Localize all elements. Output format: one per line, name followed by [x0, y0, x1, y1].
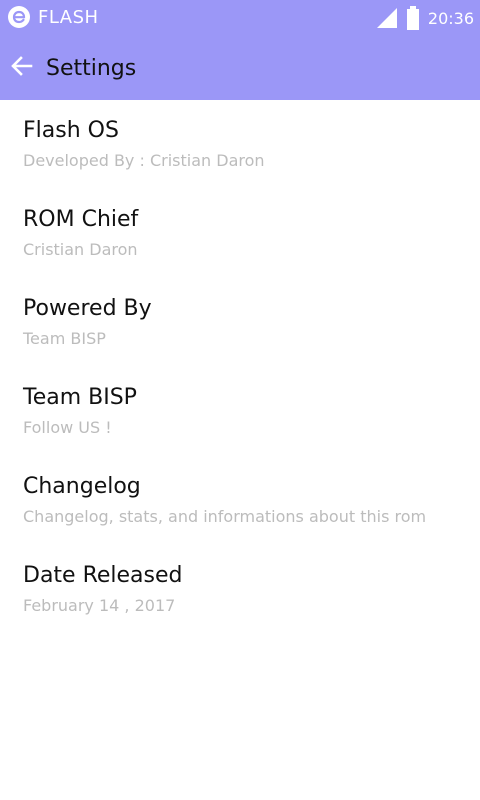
list-item-title: ROM Chief — [23, 207, 139, 232]
list-item-title: Changelog — [23, 474, 141, 499]
list-item-title: Powered By — [23, 296, 152, 321]
list-item-subtitle: Cristian Daron — [23, 240, 138, 259]
page-title: Settings — [46, 55, 137, 81]
settings-list: Flash OS Developed By : Cristian Daron R… — [0, 100, 480, 634]
list-item-changelog[interactable]: Changelog Changelog, stats, and informat… — [0, 456, 480, 545]
list-item-subtitle: Developed By : Cristian Daron — [23, 151, 265, 170]
list-item-team-bisp[interactable]: Team BISP Follow US ! — [0, 367, 480, 456]
list-item-subtitle: Team BISP — [23, 329, 106, 348]
list-item-subtitle: February 14 , 2017 — [23, 596, 176, 615]
status-bar: FLASH 20:36 — [0, 0, 480, 36]
app-bar: Settings — [0, 36, 480, 100]
list-item-subtitle: Changelog, stats, and informations about… — [23, 507, 427, 526]
status-right: 20:36 — [376, 6, 474, 30]
status-left: FLASH — [8, 6, 99, 28]
settings-screen: FLASH 20:36 Settings Flash OS Developed … — [0, 0, 480, 800]
list-item-flash-os[interactable]: Flash OS Developed By : Cristian Daron — [0, 100, 480, 189]
list-item-title: Date Released — [23, 563, 183, 588]
arrow-left-icon — [10, 54, 34, 82]
list-item-title: Flash OS — [23, 118, 119, 143]
battery-icon — [406, 6, 420, 30]
status-app-name: FLASH — [38, 6, 99, 28]
e-logo-icon — [8, 6, 30, 28]
list-item-subtitle: Follow US ! — [23, 418, 112, 437]
list-item-rom-chief[interactable]: ROM Chief Cristian Daron — [0, 189, 480, 278]
back-button[interactable] — [0, 44, 46, 92]
signal-icon — [376, 7, 398, 29]
status-time: 20:36 — [427, 8, 474, 28]
list-item-powered-by[interactable]: Powered By Team BISP — [0, 278, 480, 367]
list-item-title: Team BISP — [23, 385, 137, 410]
list-item-date-released[interactable]: Date Released February 14 , 2017 — [0, 545, 480, 634]
